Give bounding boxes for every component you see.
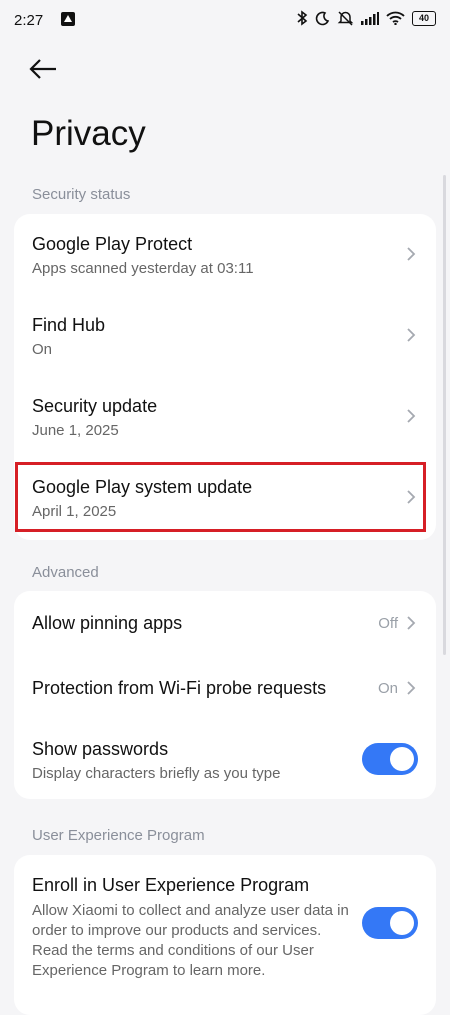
item-subtitle: On [32,341,53,358]
back-arrow-icon [28,59,58,86]
section-header-user-experience: User Experience Program [32,827,205,844]
battery-indicator: 40 [412,10,436,26]
silent-bell-icon [337,10,354,26]
item-title: Allow pinning apps [32,613,183,633]
toggle-knob [390,911,414,935]
item-subtitle: June 1, 2025 [32,422,119,439]
item-title: Protection from Wi-Fi probe requests [32,678,327,698]
chevron-right-icon [406,408,416,424]
user-experience-card: Enroll in User Experience Program Allow … [14,855,436,1015]
item-title: Security update [32,396,158,416]
item-title: Enroll in User Experience Program [32,875,310,895]
item-value: Off [378,615,398,632]
google-play-protect-item[interactable]: Google Play Protect Apps scanned yesterd… [14,214,436,295]
cellular-signal-icon [361,11,379,25]
scrollbar[interactable] [443,175,446,655]
chevron-right-icon [406,246,416,262]
chevron-right-icon [406,680,416,696]
item-subtitle: Allow Xiaomi to collect and analyze user… [32,902,349,979]
item-subtitle: Apps scanned yesterday at 03:11 [32,260,254,277]
section-header-security-status: Security status [32,186,131,203]
advanced-card: Allow pinning apps Off Protection from W… [14,591,436,799]
item-title: Google Play Protect [32,234,193,254]
wifi-probe-protection-item[interactable]: Protection from Wi-Fi probe requests On [14,657,436,721]
highlight-box [15,462,426,532]
back-button[interactable] [28,56,62,86]
show-passwords-item[interactable]: Show passwords Display characters briefl… [14,721,436,799]
notification-app-icon [60,11,76,31]
bluetooth-icon [296,10,308,26]
chevron-right-icon [406,327,416,343]
item-subtitle: Display characters briefly as you type [32,765,281,782]
status-time: 2:27 [14,12,44,29]
wifi-icon [386,11,405,25]
allow-pinning-apps-item[interactable]: Allow pinning apps Off [14,591,436,657]
enroll-user-experience-item[interactable]: Enroll in User Experience Program Allow … [14,855,436,1000]
security-update-item[interactable]: Security update June 1, 2025 [14,376,436,457]
status-bar: 2:27 40 [0,0,450,40]
item-title: Find Hub [32,315,106,335]
page-title: Privacy [31,114,146,153]
enroll-user-experience-toggle[interactable] [362,907,418,939]
item-title: Show passwords [32,739,169,759]
status-icons: 40 [296,10,436,26]
item-value: On [377,680,398,697]
find-hub-item[interactable]: Find Hub On [14,295,436,376]
do-not-disturb-moon-icon [315,11,330,26]
chevron-right-icon [406,615,416,631]
show-passwords-toggle[interactable] [362,743,418,775]
section-header-advanced: Advanced [32,564,99,581]
toggle-knob [390,747,414,771]
